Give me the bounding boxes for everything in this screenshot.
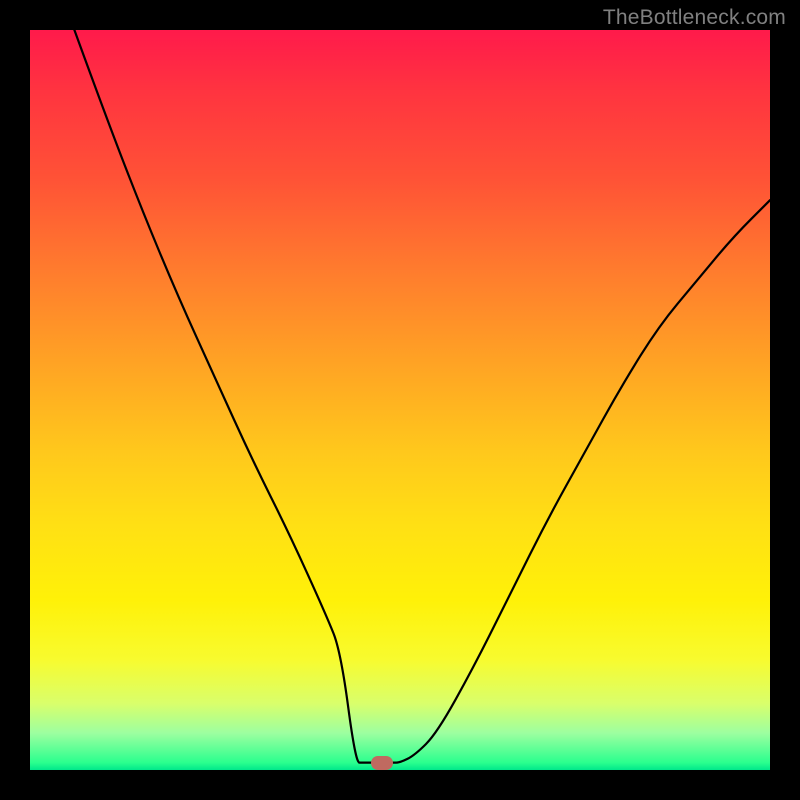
curve-path [74, 30, 770, 763]
optimum-marker [371, 756, 393, 770]
watermark-text: TheBottleneck.com [603, 6, 786, 30]
bottleneck-curve [30, 30, 770, 770]
plot-area [30, 30, 770, 770]
chart-frame: TheBottleneck.com [0, 0, 800, 800]
